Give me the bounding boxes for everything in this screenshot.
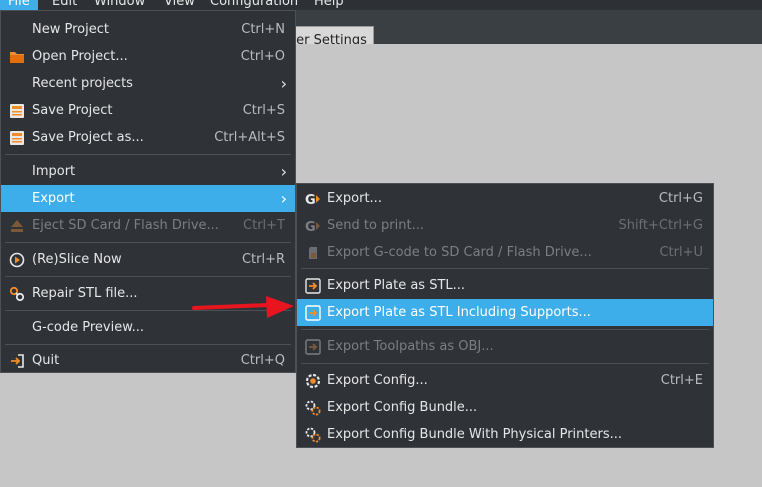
chevron-right-icon: › [280,189,287,208]
gcode-icon: G [305,191,321,207]
menu-item-export-gcode-sd: Export G-code to SD Card / Flash Drive..… [297,239,713,266]
eject-icon [9,218,25,234]
svg-text:G: G [305,220,316,234]
config-icon [305,373,321,389]
sd-card-icon [305,245,321,261]
folder-icon [9,49,25,65]
chevron-right-icon: › [280,162,287,181]
menu-item-label: (Re)Slice Now [32,252,122,267]
menu-item-new-project[interactable]: New Project Ctrl+N [1,16,295,43]
menubar-window[interactable]: Window [86,0,153,10]
menu-item-label: Export Plate as STL... [327,278,466,293]
menu-item-label: Send to print... [327,218,424,233]
menubar-edit[interactable]: Edit [44,0,85,10]
menu-separator [5,242,291,243]
config-bundle-icon [305,427,321,443]
quit-icon [9,353,25,369]
config-bundle-icon [305,400,321,416]
menu-separator [301,363,709,364]
menu-item-label: Recent projects [32,76,133,91]
menu-item-export-toolpaths-obj: Export Toolpaths as OBJ... [297,333,713,360]
export-icon [305,278,321,294]
menu-item-quit[interactable]: Quit Ctrl+Q [1,347,295,374]
wrench-icon [9,286,25,302]
menu-item-label: Export Config Bundle... [327,400,478,415]
export-icon [305,305,321,321]
menu-item-shortcut: Ctrl+G [658,191,703,206]
menu-item-label: G-code Preview... [32,320,145,335]
menu-item-label: Export... [327,191,382,206]
menu-item-label: Quit [32,353,60,368]
menu-item-shortcut: Ctrl+T [243,218,285,233]
menu-item-shortcut: Ctrl+U [659,245,703,260]
menu-separator [5,154,291,155]
menu-item-send-to-print: G Send to print... Shift+Ctrl+G [297,212,713,239]
menu-item-open-project[interactable]: Open Project... Ctrl+O [1,43,295,70]
svg-text:G: G [305,193,316,207]
menu-item-label: Export [32,191,75,206]
menu-item-export-gcode[interactable]: G Export... Ctrl+G [297,185,713,212]
menubar-view[interactable]: View [156,0,203,10]
menu-item-shortcut: Ctrl+S [242,103,285,118]
export-icon [305,339,321,355]
menubar-file[interactable]: File [0,0,38,10]
menu-item-label: Save Project [32,103,113,118]
gcode-icon: G [305,218,321,234]
chevron-right-icon: › [280,74,287,93]
annotation-arrow-icon [192,293,296,323]
menu-item-import[interactable]: Import › [1,158,295,185]
menu-item-label: Export Config Bundle With Physical Print… [327,427,623,442]
menu-item-shortcut: Ctrl+Alt+S [214,130,285,145]
menubar: File Edit Window View Configuration Help [0,0,762,10]
menu-item-export[interactable]: Export › [1,185,295,212]
menubar-help[interactable]: Help [306,0,352,10]
menu-item-label: Export G-code to SD Card / Flash Drive..… [327,245,592,260]
menu-item-save-project[interactable]: Save Project Ctrl+S [1,97,295,124]
menu-item-reslice-now[interactable]: (Re)Slice Now Ctrl+R [1,246,295,273]
menu-item-shortcut: Ctrl+N [241,22,285,37]
save-icon [9,103,25,119]
menu-item-eject-sd-card: Eject SD Card / Flash Drive... Ctrl+T [1,212,295,239]
menu-item-shortcut: Ctrl+R [241,252,285,267]
menu-item-export-config-bundle[interactable]: Export Config Bundle... [297,394,713,421]
menu-item-shortcut: Ctrl+O [240,49,285,64]
menu-separator [301,329,709,330]
menu-item-label: Save Project as... [32,130,144,145]
menu-item-shortcut: Ctrl+Q [240,353,285,368]
menu-item-export-plate-stl-supports[interactable]: Export Plate as STL Including Supports..… [297,299,713,326]
menu-item-export-config-bundle-printers[interactable]: Export Config Bundle With Physical Print… [297,421,713,448]
menu-item-save-project-as[interactable]: Save Project as... Ctrl+Alt+S [1,124,295,151]
menubar-configuration[interactable]: Configuration [202,0,306,10]
menu-item-label: New Project [32,22,109,37]
export-submenu: G Export... Ctrl+G G Send to print... Sh… [296,183,714,448]
slice-icon [9,252,25,268]
menu-item-label: Export Config... [327,373,428,388]
menu-separator [5,344,291,345]
menu-item-shortcut: Shift+Ctrl+G [618,218,703,233]
menu-item-export-plate-stl[interactable]: Export Plate as STL... [297,272,713,299]
save-as-icon [9,130,25,146]
menu-separator [5,276,291,277]
menu-item-shortcut: Ctrl+E [660,373,703,388]
menu-item-label: Export Plate as STL Including Supports..… [327,305,591,320]
menu-item-label: Repair STL file... [32,286,138,301]
menu-item-label: Export Toolpaths as OBJ... [327,339,494,354]
menu-item-label: Eject SD Card / Flash Drive... [32,218,219,233]
menu-item-label: Open Project... [32,49,128,64]
menu-item-export-config[interactable]: Export Config... Ctrl+E [297,367,713,394]
menu-separator [301,268,709,269]
menu-item-label: Import [32,164,76,179]
menu-item-recent-projects[interactable]: Recent projects › [1,70,295,97]
